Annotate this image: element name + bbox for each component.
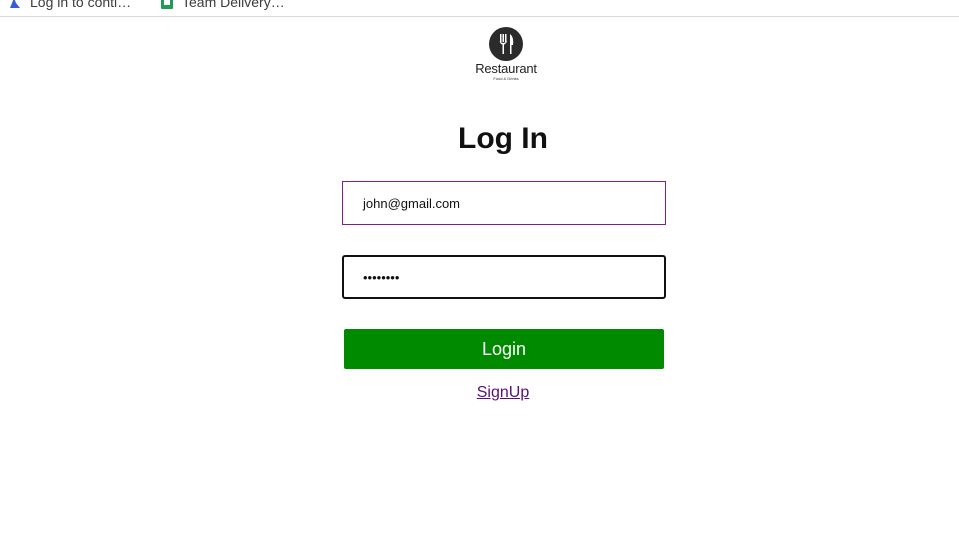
atlassian-icon bbox=[10, 0, 20, 8]
page-title: Log In bbox=[458, 122, 548, 155]
password-field[interactable]: •••••••• bbox=[342, 255, 666, 299]
bookmark-label: Team Delivery… bbox=[182, 0, 285, 10]
login-button[interactable]: Login bbox=[344, 329, 664, 369]
bookmark-team-delivery[interactable]: Team Delivery… bbox=[160, 0, 285, 10]
fork-knife-icon bbox=[489, 27, 523, 61]
logo-tagline: Food & Drinks bbox=[493, 76, 519, 81]
email-value: john@gmail.com bbox=[363, 195, 461, 211]
email-field[interactable]: john@gmail.com bbox=[342, 181, 666, 225]
logo-name: Restaurant bbox=[475, 61, 537, 76]
bookmark-label: Log in to conti… bbox=[30, 0, 132, 10]
password-value: •••••••• bbox=[363, 269, 400, 285]
restaurant-logo: Restaurant Food & Drinks bbox=[470, 27, 542, 83]
bookmark-confluence-login[interactable]: Log in to conti… bbox=[8, 0, 131, 10]
google-sheets-icon bbox=[161, 0, 173, 9]
bookmarks-bar: Log in to conti… Team Delivery… bbox=[0, 0, 959, 17]
signup-link[interactable]: SignUp bbox=[0, 384, 959, 402]
